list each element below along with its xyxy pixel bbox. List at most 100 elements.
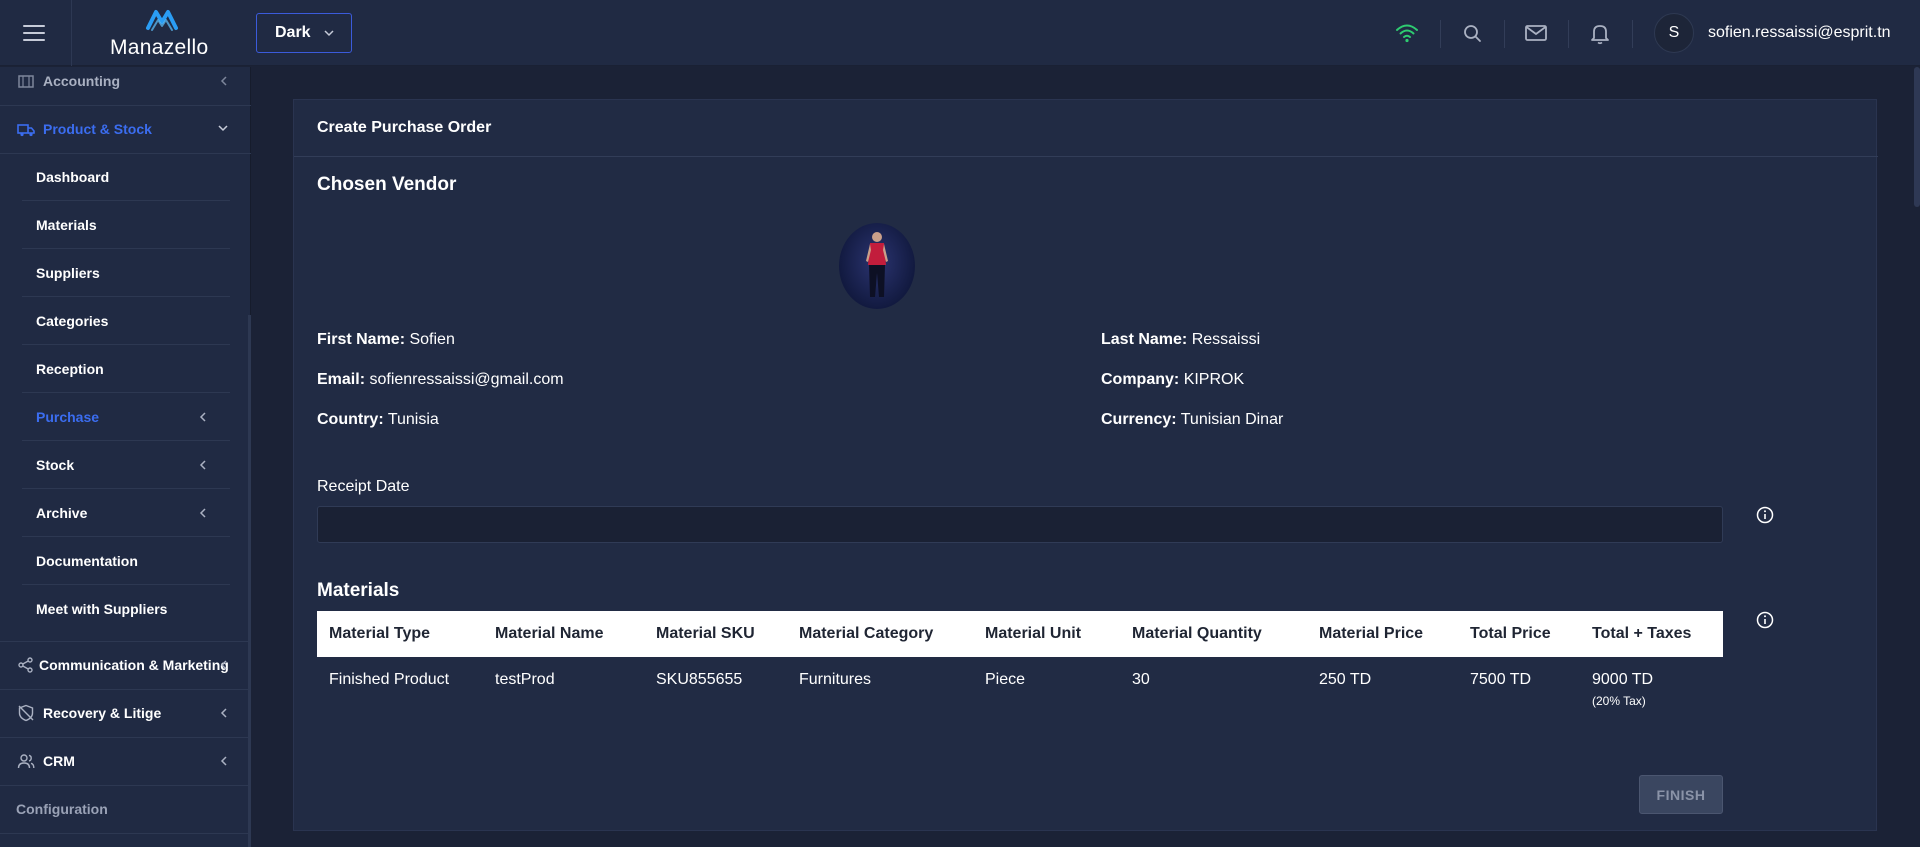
sidebar-item-label: Product & Stock [43,121,152,137]
chevron-left-icon [220,660,227,670]
column-header: Material Category [799,625,934,642]
header-divider [1568,20,1569,48]
vendor-company: Company: KIPROK [1101,371,1244,389]
sidebar-subitem-categories[interactable]: Categories [22,297,230,345]
shield-off-icon [18,704,34,722]
vendor-first-name: First Name: Sofien [317,331,455,349]
logo-icon [146,10,178,31]
sidebar-subitem-purchase[interactable]: Purchase [22,393,230,441]
truck-icon [17,124,35,137]
brand-logo[interactable]: Manazello [100,6,226,62]
column-header: Material Price [1319,625,1424,642]
sidebar-item-label: Accounting [43,73,120,89]
sidebar-subitem-archive[interactable]: Archive [22,489,230,537]
table-cell: Finished Product [329,671,450,688]
vendor-country: Country: Tunisia [317,411,439,429]
column-header: Total + Taxes [1592,625,1692,642]
info-icon[interactable] [1756,506,1774,524]
sidebar-subitem-label: Reception [36,360,104,377]
country-label: Country: [317,411,384,428]
email-value: sofienressaissi@gmail.com [369,371,564,388]
company-label: Company: [1101,371,1180,388]
sidebar-item-product-stock[interactable]: Product & Stock [0,105,251,153]
sidebar-item-accounting[interactable]: Accounting [0,57,251,105]
chevron-down-icon [218,125,228,132]
country-value: Tunisia [387,411,439,428]
sidebar-subitem-suppliers[interactable]: Suppliers [22,249,230,297]
search-icon[interactable] [1459,20,1485,46]
column-header: Material Unit [985,625,1082,642]
sidebar-subitem-label: Documentation [36,552,138,569]
chevron-left-icon [220,756,227,766]
avatar: S [1654,13,1694,53]
sidebar-item-label: Configuration [16,801,108,817]
accounting-icon [18,75,34,88]
email-label: Email: [317,371,366,388]
chevron-down-icon [324,30,334,37]
header-divider [1632,20,1633,48]
table-cell: 250 TD [1319,671,1372,688]
table-cell: 30 [1132,671,1150,688]
receipt-date-input[interactable] [317,506,1723,543]
sidebar-item-recovery[interactable]: Recovery & Litige [0,689,251,737]
table-header-row: Material Type Material Name Material SKU… [317,611,1723,657]
sidebar-item-configuration[interactable]: Configuration [0,785,251,833]
sidebar-subitem-stock[interactable]: Stock [22,441,230,489]
theme-select-value: Dark [275,24,311,41]
table-cell: Furnitures [799,671,872,688]
top-header: Manazello Dark S sofien.ressaissi@esprit… [0,0,1920,66]
last-name-value: Ressaissi [1191,331,1261,348]
vendor-last-name: Last Name: Ressaissi [1101,331,1260,349]
chevron-left-icon [199,412,206,422]
sidebar-subitem-label: Stock [36,456,75,473]
sidebar-subitem-label: Materials [36,216,97,233]
purchase-order-card: Create Purchase Order Chosen Vendor Firs… [293,99,1878,831]
company-value: KIPROK [1183,371,1245,388]
sidebar-scrollbar[interactable] [248,315,251,847]
sidebar-item-label: Communication & Marketing [39,657,229,673]
sidebar-subitem-materials[interactable]: Materials [22,201,230,249]
materials-section-title: Materials [317,580,400,601]
sidebar-item-communication[interactable]: Communication & Marketing [0,641,251,689]
vendor-email: Email: sofienressaissi@gmail.com [317,371,564,389]
wifi-icon[interactable] [1394,20,1420,46]
chevron-left-icon [220,708,227,718]
currency-label: Currency: [1101,411,1177,428]
users-icon [17,754,35,769]
hamburger-icon-line [23,39,45,41]
finish-button[interactable]: FINISH [1639,775,1723,814]
menu-toggle-button[interactable] [20,20,48,46]
page-title: Create Purchase Order [317,119,492,136]
sidebar-subitem-meet-suppliers[interactable]: Meet with Suppliers [22,585,230,633]
sidebar-subitem-label: Dashboard [36,168,110,185]
table-cell: 9000 TD [1592,671,1654,688]
vendor-avatar [839,223,915,309]
tax-note: (20% Tax) [1592,694,1646,708]
sidebar-subitem-documentation[interactable]: Documentation [22,537,230,585]
first-name-label: First Name: [317,331,406,348]
share-icon [18,657,33,673]
sidebar-item-label: Recovery & Litige [43,705,162,721]
vendor-section-title: Chosen Vendor [317,174,457,195]
card-header: Create Purchase Order [294,100,1878,157]
sidebar-item-crm[interactable]: CRM [0,737,251,785]
chevron-left-icon [199,508,206,518]
sidebar-subitem-label: Meet with Suppliers [36,601,168,617]
page-scrollbar[interactable] [1914,67,1920,207]
column-header: Material SKU [656,625,755,642]
sidebar-subitem-dashboard[interactable]: Dashboard [22,153,230,201]
hamburger-icon-line [23,32,45,34]
sidebar-subitem-reception[interactable]: Reception [22,345,230,393]
sidebar: Accounting Product & Stock Dashboard Mat… [0,67,251,847]
user-menu[interactable]: S sofien.ressaissi@esprit.tn [1654,13,1891,53]
info-icon[interactable] [1756,611,1774,629]
column-header: Material Type [329,625,431,642]
mail-icon[interactable] [1523,20,1549,46]
bell-icon[interactable] [1587,20,1613,46]
table-cell: 7500 TD [1470,671,1532,688]
header-divider [1504,20,1505,48]
currency-value: Tunisian Dinar [1180,411,1284,428]
sidebar-subitem-label: Suppliers [36,264,100,281]
header-divider [1440,20,1441,48]
theme-select[interactable]: Dark [256,13,352,53]
